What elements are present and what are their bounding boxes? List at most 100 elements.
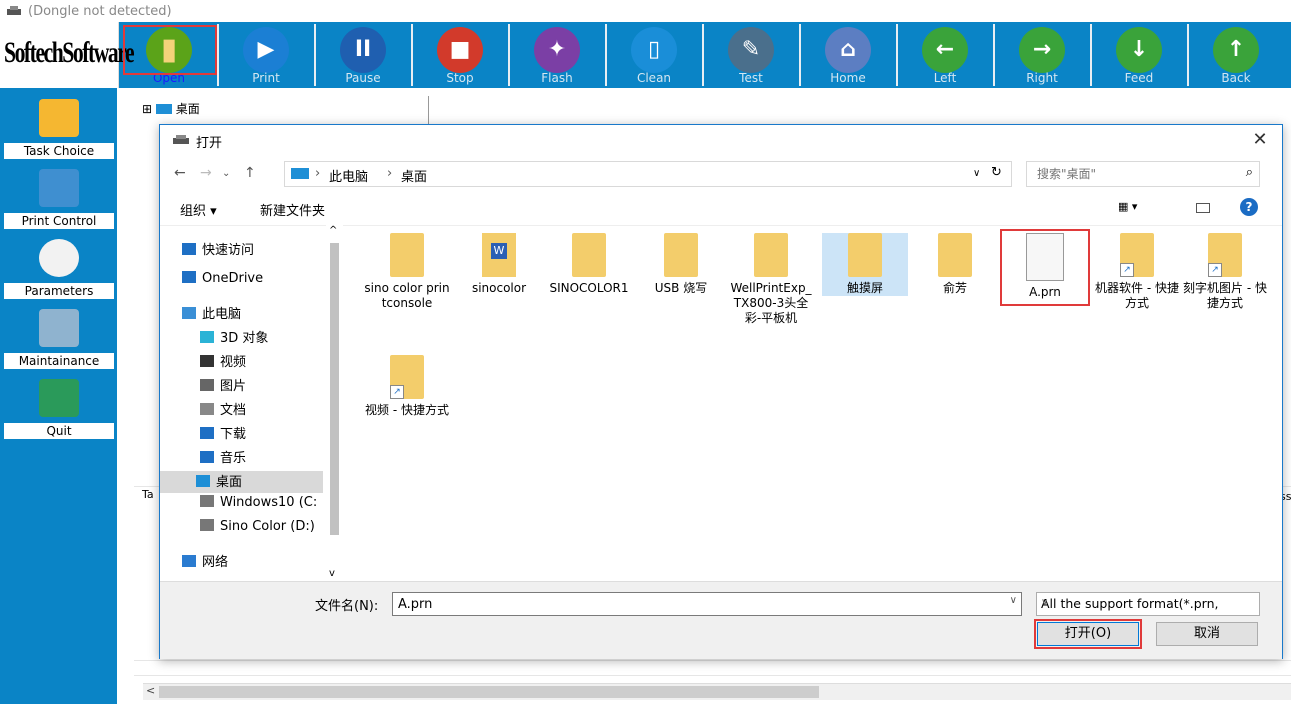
organize-button[interactable]: 组织 ▾ — [180, 200, 217, 219]
search-box[interactable]: ⌕ — [1026, 161, 1260, 187]
toolbar-separator — [411, 24, 413, 86]
back-arrow-icon[interactable]: ← — [174, 165, 186, 181]
scroll-down-icon[interactable]: v — [329, 568, 335, 579]
address-bar[interactable]: › 此电脑 › 桌面 ∨ ↻ — [284, 161, 1012, 187]
nav-item[interactable]: 3D 对象 — [200, 327, 268, 349]
scroll-left-icon[interactable]: < — [146, 684, 155, 697]
toolbar-label: Back — [1221, 71, 1251, 85]
horizontal-scrollbar[interactable]: < — [143, 683, 1291, 700]
nav-scroll-thumb[interactable] — [330, 243, 339, 535]
filename-input[interactable] — [396, 595, 990, 613]
sidebar-item-label: Task Choice — [4, 143, 114, 159]
nav-item[interactable]: 快速访问 — [182, 239, 254, 261]
navigation-pane: 快速访问 OneDrive 此电脑 3D 对象视频图片文档下载音乐桌面 Windows1… — [160, 225, 344, 581]
toolbar-home-button[interactable]: ⌂ Home — [801, 24, 895, 86]
file-item[interactable]: ↗ 视频 - 快捷方式 — [364, 355, 450, 418]
sidebar-item-print-control[interactable]: Print Control — [4, 163, 114, 229]
file-item[interactable]: ↗ 刻字机图片 - 快捷方式 — [1182, 233, 1268, 311]
preview-pane-icon[interactable] — [1196, 203, 1210, 213]
nav-item[interactable]: 桌面 — [160, 471, 323, 493]
toolbar-stop-button[interactable]: ■ Stop — [413, 24, 507, 86]
file-name: sino color printconsole — [364, 281, 450, 310]
view-options-icon[interactable]: ▦ ▾ — [1118, 200, 1137, 213]
toolbar-separator — [896, 24, 898, 86]
nav-item-label: 图片 — [220, 379, 247, 394]
breadcrumb-desktop[interactable]: 桌面 — [401, 166, 427, 185]
address-dropdown-icon[interactable]: ∨ — [973, 168, 980, 179]
sidebar-item-task-choice[interactable]: Task Choice — [4, 93, 114, 159]
nav-item[interactable]: 下载 — [200, 423, 246, 445]
recent-chevron-icon[interactable]: ⌄ — [222, 168, 230, 179]
word-document-icon: W — [482, 233, 516, 277]
filename-field[interactable]: ∨ — [392, 592, 1022, 616]
picture-icon — [200, 379, 214, 391]
toolbar-print-button[interactable]: ▶ Print — [219, 24, 313, 86]
toolbar-right-button[interactable]: → Right — [995, 24, 1089, 86]
file-item[interactable]: WellPrintExp_TX800-3头全彩-平板机 — [728, 233, 814, 326]
toolbar-pause-button[interactable]: II Pause — [316, 24, 410, 86]
file-name: 触摸屏 — [846, 281, 883, 295]
toolbar-separator — [1187, 24, 1189, 86]
nav-item[interactable]: 文档 — [200, 399, 246, 421]
nav-item[interactable]: Sino Color (D:) — [200, 519, 315, 541]
help-icon[interactable]: ? — [1240, 198, 1258, 216]
toolbar-separator — [799, 24, 801, 86]
dialog-title-bar: 打开 ✕ — [160, 125, 1282, 155]
tree-root[interactable]: ⊞ 桌面 — [142, 100, 200, 117]
nav-item[interactable]: 此电脑 — [182, 303, 241, 325]
file-name: 视频 - 快捷方式 — [365, 403, 449, 417]
nav-item-label: 3D 对象 — [220, 331, 269, 346]
toolbar-back-button[interactable]: ↑ Back — [1189, 24, 1283, 86]
nav-item[interactable]: 网络 — [182, 551, 228, 573]
play-icon: ▶ — [243, 27, 289, 73]
breadcrumb-this-pc[interactable]: 此电脑 — [329, 166, 368, 185]
toolbar-label: Clean — [636, 71, 672, 85]
search-icon[interactable]: ⌕ — [1246, 165, 1253, 180]
toolbar-flash-button[interactable]: ✦ Flash — [510, 24, 604, 86]
nav-item[interactable]: OneDrive — [182, 271, 263, 293]
close-icon[interactable]: ✕ — [1248, 129, 1272, 151]
file-item[interactable]: sino color printconsole — [364, 233, 450, 311]
sidebar-item-label: Quit — [4, 423, 114, 439]
file-item[interactable]: 俞芳 — [912, 233, 998, 296]
file-item[interactable]: SINOCOLOR1 — [546, 233, 632, 296]
desktop-icon — [291, 168, 309, 179]
nav-item-label: 下载 — [220, 427, 247, 442]
desktop-icon — [196, 475, 210, 487]
file-type-select[interactable]: All the support format(*.prn, ∨ — [1036, 592, 1260, 616]
network-icon — [182, 555, 196, 567]
toolbar-test-button[interactable]: ✎ Test — [704, 24, 798, 86]
chevron-down-icon[interactable]: ∨ — [1041, 597, 1237, 608]
toolbar-label: Print — [252, 71, 280, 85]
toolbar-feed-button[interactable]: ↓ Feed — [1092, 24, 1186, 86]
toolbar-clean-button[interactable]: ▯ Clean — [607, 24, 701, 86]
file-item[interactable]: Wsinocolor — [456, 233, 542, 296]
nav-item[interactable]: Windows10 (C: — [200, 495, 317, 517]
arrow-left-icon: ← — [922, 27, 968, 73]
file-item[interactable]: A.prn — [1000, 229, 1090, 306]
nav-item[interactable]: 图片 — [200, 375, 246, 397]
sidebar-item-maintainance[interactable]: Maintainance — [4, 303, 114, 369]
sidebar-item-label: Print Control — [4, 213, 114, 229]
up-arrow-icon[interactable]: ↑ — [244, 165, 256, 181]
refresh-icon[interactable]: ↻ — [991, 165, 1002, 180]
sidebar-item-parameters[interactable]: Parameters — [4, 233, 114, 299]
scroll-up-icon[interactable]: ^ — [329, 225, 337, 236]
toolbar-left-button[interactable]: ← Left — [898, 24, 992, 86]
scroll-thumb[interactable] — [159, 686, 819, 698]
chevron-down-icon[interactable]: ∨ — [1010, 595, 1017, 606]
file-item[interactable]: ↗ 机器软件 - 快捷方式 — [1094, 233, 1180, 311]
command-bar: 组织 ▾ 新建文件夹 ▦ ▾ ? — [160, 191, 1282, 226]
cancel-button[interactable]: 取消 — [1156, 622, 1258, 646]
nav-item-label: 桌面 — [216, 475, 243, 490]
file-item[interactable]: USB 烧写 — [638, 233, 724, 296]
search-input[interactable] — [1035, 165, 1229, 183]
nav-item[interactable]: 音乐 — [200, 447, 246, 469]
sidebar-item-quit[interactable]: Quit — [4, 373, 114, 439]
file-item[interactable]: 触摸屏 — [822, 233, 908, 296]
nav-scrollbar[interactable]: ^ v — [326, 225, 343, 581]
forward-arrow-icon[interactable]: → — [200, 165, 212, 181]
nav-item[interactable]: 视频 — [200, 351, 246, 373]
filename-label: 文件名(N): — [315, 599, 379, 614]
new-folder-button[interactable]: 新建文件夹 — [260, 200, 325, 219]
